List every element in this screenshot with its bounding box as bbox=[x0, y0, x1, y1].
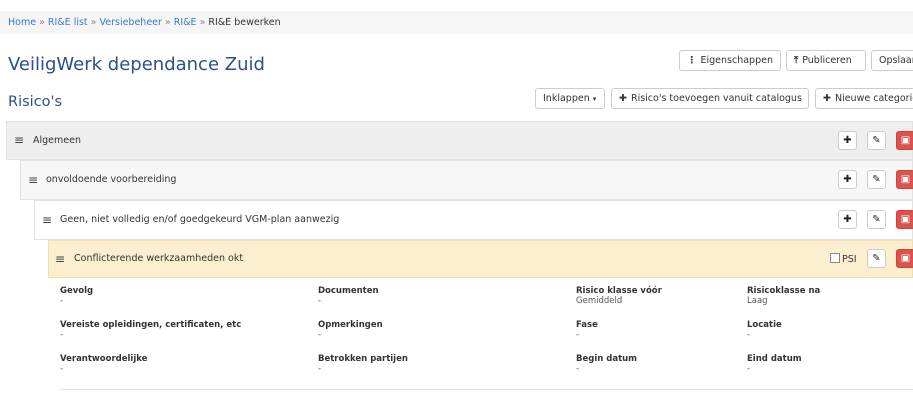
info-icon: ⋮ bbox=[687, 55, 697, 66]
detail-value: - bbox=[60, 330, 64, 340]
breadcrumb-separator: » bbox=[90, 17, 97, 28]
detail-value: - bbox=[318, 296, 322, 306]
divider bbox=[60, 389, 913, 390]
caret-down-icon: ▾ bbox=[592, 95, 597, 103]
tree-row-level1[interactable]: ≡ Algemeen bbox=[6, 121, 913, 160]
detail-label: Vereiste opleidingen, certificaten, etc bbox=[60, 320, 242, 330]
trash-icon[interactable]: ▣ bbox=[896, 131, 913, 150]
tree-row-label: Geen, niet volledig en/of goedgekeurd VG… bbox=[60, 214, 340, 225]
detail-field: Locatie - bbox=[747, 320, 782, 341]
detail-field: Betrokken partijen - bbox=[318, 354, 408, 375]
detail-value: - bbox=[60, 296, 64, 306]
detail-field: Risico klasse vóór Gemiddeld bbox=[576, 286, 662, 307]
add-from-catalog-label: Risico's toevoegen vanuit catalogus bbox=[630, 93, 802, 104]
save-button[interactable]: Opslaan bbox=[871, 50, 913, 71]
pencil-icon[interactable]: ✎ bbox=[867, 249, 886, 268]
new-category-label: Nieuwe categorie bbox=[834, 93, 913, 104]
bars-icon[interactable]: ≡ bbox=[42, 201, 52, 239]
save-button-label: Opslaan bbox=[879, 55, 913, 66]
tree-row-level2[interactable]: ≡ onvoldoende voorbereiding bbox=[20, 160, 913, 200]
breadcrumb-versiebeheer[interactable]: Versiebeheer bbox=[99, 17, 161, 28]
upload-icon: ⤒ bbox=[794, 55, 799, 66]
publish-button-label: Publiceren bbox=[802, 55, 852, 66]
pencil-icon[interactable]: ✎ bbox=[867, 170, 886, 189]
psi-label: PSI bbox=[842, 254, 857, 265]
detail-value: Gemiddeld bbox=[576, 296, 623, 306]
detail-value: Laag bbox=[747, 296, 768, 306]
properties-button-label: Eigenschappen bbox=[700, 55, 773, 66]
breadcrumb-rie[interactable]: RI&E bbox=[174, 17, 197, 28]
page-title: VeiligWerk dependance Zuid bbox=[8, 54, 265, 75]
trash-icon[interactable]: ▣ bbox=[896, 249, 913, 268]
breadcrumb-home[interactable]: Home bbox=[8, 17, 36, 28]
plus-circle-icon: ✚ bbox=[823, 93, 831, 104]
detail-label: Verantwoordelijke bbox=[60, 354, 148, 364]
breadcrumb-separator: » bbox=[164, 17, 171, 28]
tree-row-level3[interactable]: ≡ Geen, niet volledig en/of goedgekeurd … bbox=[34, 200, 913, 240]
plus-circle-icon: ✚ bbox=[619, 93, 627, 104]
detail-label: Opmerkingen bbox=[318, 320, 383, 330]
detail-value: - bbox=[318, 364, 322, 374]
tree-row-label: Algemeen bbox=[33, 135, 81, 146]
detail-field: Eind datum - bbox=[747, 354, 802, 375]
tree-row-level4[interactable]: ≡ Conflicterende werkzaamheden okt bbox=[48, 240, 913, 278]
detail-label: Locatie bbox=[747, 320, 782, 330]
trash-icon[interactable]: ▣ bbox=[896, 170, 913, 189]
detail-field: Risicoklasse na Laag bbox=[747, 286, 820, 307]
detail-label: Risicoklasse na bbox=[747, 286, 821, 296]
detail-field: Gevolg - bbox=[60, 286, 93, 307]
properties-button[interactable]: ⋮ Eigenschappen bbox=[679, 50, 781, 71]
collapse-dropdown[interactable]: Inklappen ▾ bbox=[535, 88, 605, 109]
detail-label: Eind datum bbox=[747, 354, 802, 364]
section-title: Risico's bbox=[8, 94, 63, 110]
bars-icon[interactable]: ≡ bbox=[28, 161, 38, 199]
detail-field: Verantwoordelijke - bbox=[60, 354, 147, 375]
publish-button[interactable]: ⤒ Publiceren bbox=[786, 50, 866, 71]
detail-value: - bbox=[576, 330, 580, 340]
detail-field: Documenten - bbox=[318, 286, 379, 307]
detail-label: Betrokken partijen bbox=[318, 354, 408, 364]
tree-row-label: onvoldoende voorbereiding bbox=[46, 174, 177, 185]
detail-value: - bbox=[60, 364, 64, 374]
add-icon[interactable]: ✚ bbox=[838, 210, 857, 229]
detail-label: Fase bbox=[576, 320, 598, 330]
breadcrumb: Home» RI&E list» Versiebeheer» RI&E» RI&E be… bbox=[0, 11, 913, 34]
collapse-dropdown-label: Inklappen bbox=[543, 93, 590, 104]
psi-checkbox[interactable]: PSI bbox=[830, 253, 857, 265]
detail-label: Risico klasse vóór bbox=[576, 286, 662, 296]
detail-label: Documenten bbox=[318, 286, 379, 296]
detail-field: Fase - bbox=[576, 320, 598, 341]
bars-icon[interactable]: ≡ bbox=[55, 241, 65, 277]
detail-value: - bbox=[576, 364, 580, 374]
detail-field: Begin datum - bbox=[576, 354, 637, 375]
trash-icon[interactable]: ▣ bbox=[896, 210, 913, 229]
pencil-icon[interactable]: ✎ bbox=[867, 210, 886, 229]
checkbox-icon[interactable] bbox=[830, 253, 840, 263]
detail-value: - bbox=[747, 330, 751, 340]
pencil-icon[interactable]: ✎ bbox=[867, 131, 886, 150]
detail-value: - bbox=[747, 364, 751, 374]
add-icon[interactable]: ✚ bbox=[838, 170, 857, 189]
breadcrumb-current: RI&E bewerken bbox=[208, 17, 281, 28]
detail-value: - bbox=[318, 330, 322, 340]
add-icon[interactable]: ✚ bbox=[838, 131, 857, 150]
detail-field: Opmerkingen - bbox=[318, 320, 383, 341]
tree-row-label: Conflicterende werkzaamheden okt bbox=[74, 253, 244, 264]
breadcrumb-rie-list[interactable]: RI&E list bbox=[48, 17, 88, 28]
breadcrumb-separator: » bbox=[199, 17, 206, 28]
detail-label: Gevolg bbox=[60, 286, 94, 296]
breadcrumb-separator: » bbox=[39, 17, 45, 28]
detail-field: Vereiste opleidingen, certificaten, etc - bbox=[60, 320, 241, 341]
bars-icon[interactable]: ≡ bbox=[14, 122, 24, 159]
add-from-catalog-button[interactable]: ✚ Risico's toevoegen vanuit catalogus bbox=[611, 88, 809, 109]
detail-label: Begin datum bbox=[576, 354, 638, 364]
new-category-button[interactable]: ✚ Nieuwe categorie bbox=[815, 88, 913, 109]
